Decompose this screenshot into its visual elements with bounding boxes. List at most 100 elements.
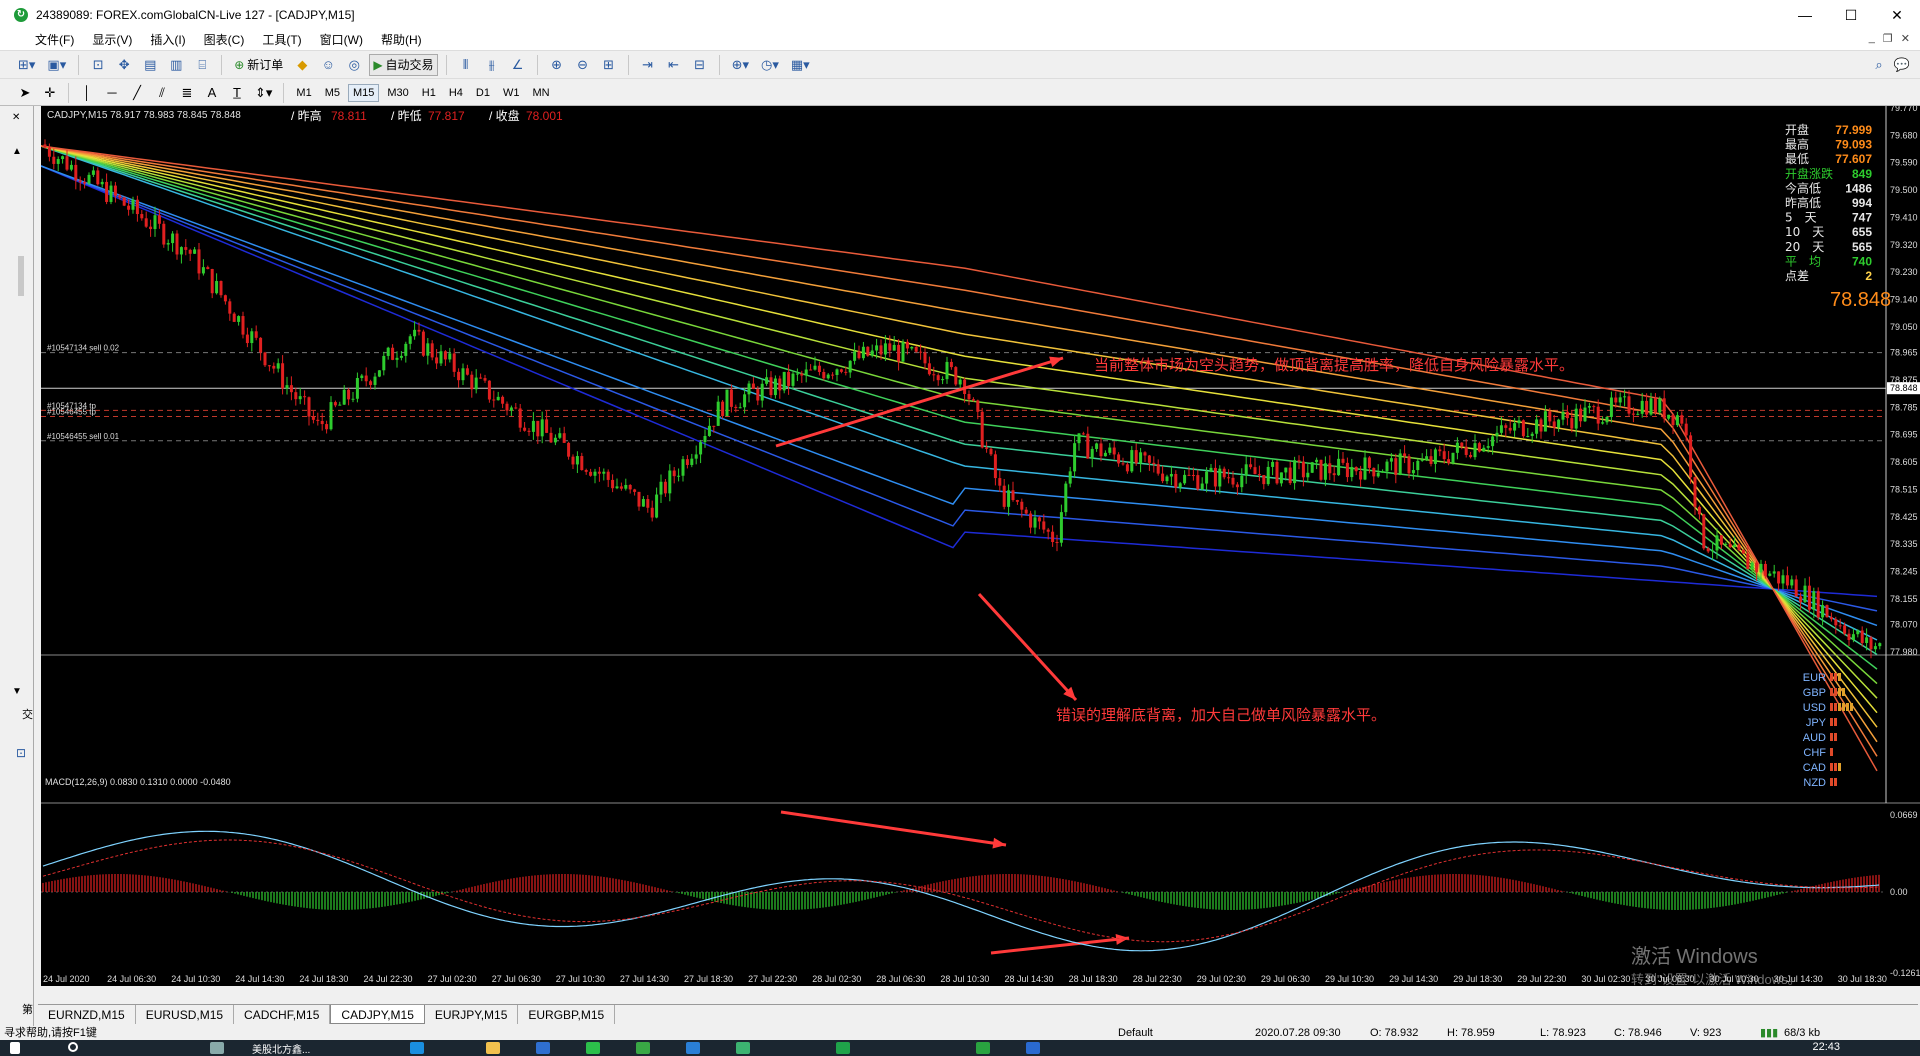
tf-h1[interactable]: H1 [417,84,441,102]
task-view-icon[interactable] [210,1042,224,1054]
tile-windows-icon[interactable]: ⊞ [598,54,620,76]
candle-body [1614,397,1618,403]
tab-eurnzd[interactable]: EURNZD,M15 [38,1005,136,1024]
candle-body [1121,463,1125,465]
menu-tools[interactable]: 工具(T) [253,30,310,51]
panel-tab-icon[interactable]: ⊡ [16,746,26,760]
vps-icon[interactable]: ◎ [343,54,365,76]
taskbar-app-label[interactable]: 美股北方鑫... [252,1041,310,1056]
mail-icon[interactable] [536,1042,550,1054]
candle-body [465,368,469,375]
bar-chart-icon[interactable]: ⫴ [455,54,477,76]
panel-tab-label-2[interactable]: 第 [22,1001,33,1017]
tf-d1[interactable]: D1 [471,84,495,102]
price-tick-label: 79.770 [1890,106,1918,113]
templates-icon[interactable]: ▦▾ [787,54,814,76]
menu-insert[interactable]: 插入(I) [141,30,194,51]
candle-body [1689,435,1693,478]
chart-shift-icon[interactable]: ⇥ [637,54,659,76]
tf-m30[interactable]: M30 [382,84,413,102]
messenger-icon[interactable] [636,1042,650,1054]
metatrader-icon[interactable] [976,1042,990,1054]
mdi-restore-icon[interactable]: ❐ [1883,32,1893,45]
strategy-tester-icon[interactable]: ⌸ [191,54,213,76]
line-chart-icon[interactable]: ∠ [507,54,529,76]
zoom-out-icon[interactable]: ⊖ [572,54,594,76]
periods-icon[interactable]: ◷▾ [757,54,783,76]
menu-help[interactable]: 帮助(H) [372,30,431,51]
mdi-close-icon[interactable]: ✕ [1901,32,1910,45]
app-icon-3[interactable] [836,1042,850,1054]
arrows-icon[interactable]: ⇕▾ [251,82,276,104]
chart-canvas[interactable]: 79.770 79.680 79.590 79.500 79.410 79.320 79.2… [41,106,1920,986]
cursor-icon[interactable]: ➤ [14,82,36,104]
chart-window[interactable]: 79.770 79.680 79.590 79.500 79.410 79.320 79.2… [41,106,1920,987]
text-label-icon[interactable]: T̲ [226,82,248,104]
new-chart-icon[interactable]: ⊞▾ [14,54,39,76]
search-icon[interactable]: ⌕ [1868,54,1890,76]
fibonacci-icon[interactable]: ≣ [176,82,198,104]
scroll-up-icon[interactable]: ▲ [12,146,22,157]
tf-m1[interactable]: M1 [291,84,316,102]
browser-icon[interactable] [410,1042,424,1054]
mdi-minimize-icon[interactable]: _ [1869,32,1875,45]
new-order-button[interactable]: ⊕ 新订单 [230,54,287,76]
minimize-button[interactable]: — [1782,0,1828,30]
horizontal-line-icon[interactable]: ─ [101,82,123,104]
candlestick-icon[interactable]: ⫵ [481,54,503,76]
tab-eurgbp[interactable]: EURGBP,M15 [518,1005,616,1024]
app-icon-2[interactable] [736,1042,750,1054]
price-tick-label: 79.050 [1890,322,1918,332]
left-panel-edge[interactable]: ✕ ▲ ▼ 交 ⊡ 第 [0,106,34,1026]
tf-w1[interactable]: W1 [498,84,525,102]
menu-view[interactable]: 显示(V) [83,30,141,51]
metaeditor-icon[interactable]: ◆ [291,54,313,76]
menu-charts[interactable]: 图表(C) [195,30,254,51]
tf-mn[interactable]: MN [527,84,554,102]
terminal-icon[interactable]: ▥ [165,54,187,76]
tab-cadchf[interactable]: CADCHF,M15 [234,1005,331,1024]
tab-eurusd[interactable]: EURUSD,M15 [136,1005,235,1024]
candle-body [351,398,355,400]
candle-body [1187,474,1191,476]
candle-body [1636,413,1640,415]
vertical-line-icon[interactable]: │ [76,82,98,104]
chart-tabs: EURNZD,M15 EURUSD,M15 CADCHF,M15 CADJPY,… [38,1004,1918,1024]
chat-icon[interactable]: 💬 [1890,54,1914,76]
edge-icon[interactable] [686,1042,700,1054]
panel-close-icon[interactable]: ✕ [12,112,20,123]
indicators-icon[interactable]: ⊕▾ [728,54,753,76]
panel-scrollbar[interactable] [18,256,24,296]
panel-tab-label[interactable]: 交 [22,706,33,722]
close-button[interactable]: ✕ [1874,0,1920,30]
tf-m5[interactable]: M5 [320,84,345,102]
navigator-icon[interactable]: ▤ [139,54,161,76]
menu-file[interactable]: 文件(F) [26,30,83,51]
search-icon[interactable] [68,1042,78,1052]
data-window-icon[interactable]: ✥ [113,54,135,76]
auto-trading-button[interactable]: ▶ 自动交易 [369,53,438,76]
maximize-button[interactable]: ☐ [1828,0,1874,30]
trendline-icon[interactable]: ╱ [126,82,148,104]
wechat-icon[interactable] [586,1042,600,1054]
tf-h4[interactable]: H4 [444,84,468,102]
profiles-icon[interactable]: ▣▾ [43,54,70,76]
menu-window[interactable]: 窗口(W) [311,30,372,51]
chart-grid-icon[interactable]: ⊟ [689,54,711,76]
equidistant-channel-icon[interactable]: ⫽ [151,82,173,104]
crosshair-icon[interactable]: ✛ [39,82,61,104]
market-watch-icon[interactable]: ⊡ [87,54,109,76]
candle-body [870,350,874,356]
tf-m15[interactable]: M15 [347,83,380,102]
tab-cadjpy[interactable]: CADJPY,M15 [330,1005,425,1024]
start-icon[interactable] [10,1042,20,1054]
autoscroll-icon[interactable]: ⇤ [663,54,685,76]
zoom-in-icon[interactable]: ⊕ [546,54,568,76]
tab-eurjpy[interactable]: EURJPY,M15 [425,1005,519,1024]
scroll-down-icon[interactable]: ▼ [12,686,22,697]
app-icon-4[interactable] [1026,1042,1040,1054]
signals-icon[interactable]: ☺ [317,54,339,76]
candle-body [1460,442,1464,447]
folder-icon[interactable] [486,1042,500,1054]
text-icon[interactable]: A [201,82,223,104]
